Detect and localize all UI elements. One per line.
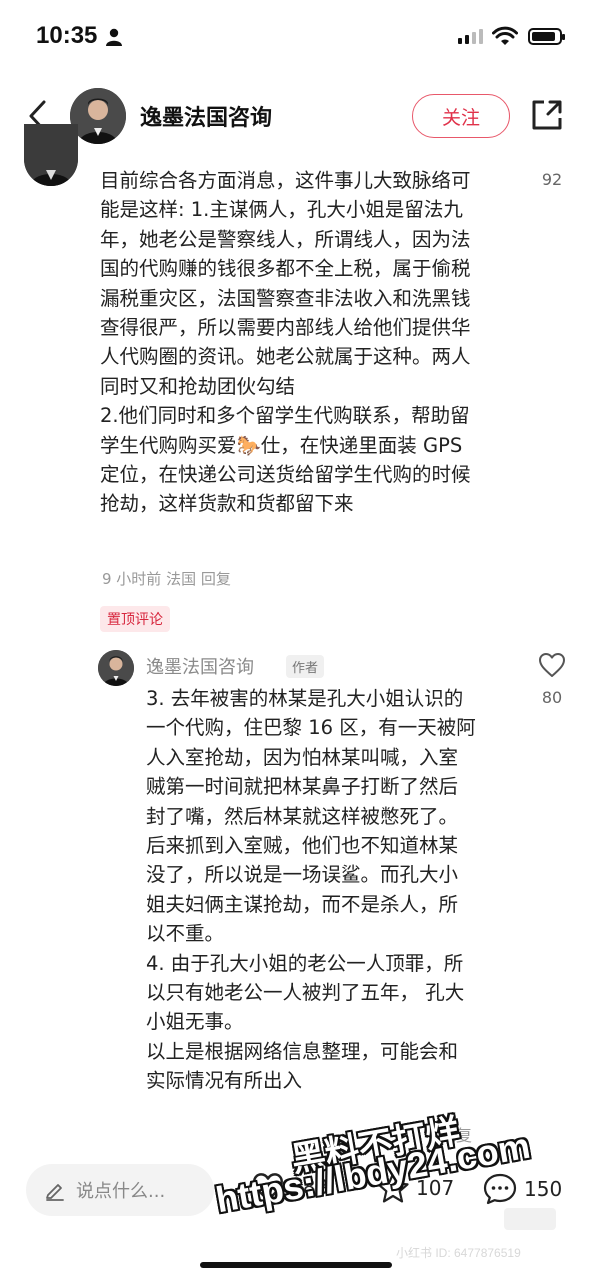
main-comment-like-count[interactable]: 92 <box>532 170 572 189</box>
star-icon <box>377 1172 409 1203</box>
reply-comment-text: 3. 去年被害的林某是孔大小姐认识的 一个代购，住巴黎 16 区，有一天被阿 人… <box>146 684 506 1096</box>
pinned-comment-badge: 置顶评论 <box>100 606 170 632</box>
comment-line: 人入室抢劫，因为怕林某叫喊，入室 <box>146 745 459 769</box>
like-count: 388 <box>290 1175 329 1199</box>
comment-button[interactable]: 150 <box>482 1172 562 1206</box>
commenter-avatar[interactable] <box>24 124 78 186</box>
faint-watermark-id: 小红书 ID: 6477876519 <box>396 1246 521 1260</box>
account-name[interactable]: 逸墨法国咨询 <box>140 100 272 132</box>
status-bar: 10:35 <box>0 0 592 72</box>
account-avatar[interactable] <box>70 88 126 144</box>
comment-line: 4. 由于孔大小姐的老公一人顶罪，所 <box>146 951 464 975</box>
comment-line: 3. 去年被害的林某是孔大小姐认识的 <box>146 687 464 710</box>
comment-line: 封了嘴，然后林某就这样被憋死了。 <box>146 804 459 828</box>
cellular-signal-icon <box>458 29 483 44</box>
main-comment-meta[interactable]: 9 小时前 法国 回复 <box>102 568 231 589</box>
comment-line: 抢劫，这样货款和货都留下来 <box>100 492 354 516</box>
bottom-action-bar: 说点什么... 388 107 150 <box>0 1150 592 1250</box>
battery-level <box>532 32 556 41</box>
comment-line: 以不重。 <box>146 922 225 946</box>
reply-author-name[interactable]: 逸墨法国咨询 <box>146 653 254 679</box>
favorite-count: 107 <box>416 1176 455 1200</box>
favorite-button[interactable]: 107 <box>376 1172 454 1204</box>
comment-line: 年，她老公是警察线人，所谓线人，因为法 <box>100 227 471 251</box>
reply-link[interactable]: 回复 <box>440 1122 472 1146</box>
author-tag: 作者 <box>286 655 325 678</box>
faint-overlay-box <box>504 1208 556 1230</box>
comment-line: 目前综合各方面消息，这件事儿大致脉络可 <box>100 169 471 192</box>
comment-line: 贼第一时间就把林某鼻子打断了然后 <box>146 775 459 799</box>
status-time: 10:35 <box>36 22 98 49</box>
comment-line: 漏税重灾区，法国警察查非法收入和洗黑钱 <box>100 286 471 310</box>
comment-line: 定位，在快递公司送货给留学生代购的时候 <box>100 463 471 487</box>
main-comment-text: 目前综合各方面消息，这件事儿大致脉络可 能是这样: 1.主谋俩人，孔大小姐是留法… <box>100 166 512 519</box>
person-icon <box>106 28 122 46</box>
comment-line: 学生代购购买爱🐎仕，在快递里面装 GPS <box>100 433 463 457</box>
pencil-icon <box>46 1184 64 1201</box>
like-button[interactable]: 388 <box>252 1172 328 1202</box>
header: 逸墨法国咨询 关注 <box>0 80 592 152</box>
comment-bubble-icon <box>483 1173 517 1205</box>
reply-author-avatar[interactable] <box>98 650 134 686</box>
comment-line: 能是这样: 1.主谋俩人，孔大小姐是留法九 <box>100 198 463 222</box>
comment-line: 2.他们同时和多个留学生代购联系，帮助留 <box>100 404 470 428</box>
comment-input[interactable]: 说点什么... <box>26 1164 214 1216</box>
wifi-icon <box>492 26 518 45</box>
comment-line: 人代购圈的资讯。她老公就属于这种。两人 <box>100 345 471 369</box>
follow-button[interactable]: 关注 <box>412 94 510 138</box>
comment-line: 没了，所以说是一场误鲨。而孔大小 <box>146 863 459 887</box>
comment-count: 150 <box>524 1177 563 1201</box>
share-icon[interactable] <box>530 98 564 132</box>
comment-line: 姐夫妇俩主谋抢劫，而不是杀人，所 <box>146 892 459 916</box>
comment-line: 一个代购，住巴黎 16 区，有一天被阿 <box>146 716 476 740</box>
reply-like-count[interactable]: 80 <box>532 688 572 707</box>
home-indicator <box>200 1262 392 1268</box>
heart-icon[interactable] <box>538 652 566 678</box>
comment-line: 以上是根据网络信息整理，可能会和 <box>146 1039 459 1063</box>
comment-line: 后来抓到入室贼，他们也不知道林某 <box>146 834 459 858</box>
comment-line: 实际情况有所出入 <box>146 1069 303 1093</box>
comment-input-placeholder: 说点什么... <box>76 1181 166 1202</box>
heart-icon <box>253 1173 283 1201</box>
comment-line: 以只有她老公一人被判了五年， 孔大 <box>146 981 465 1005</box>
comment-line: 同时又和抢劫团伙勾结 <box>100 374 296 398</box>
comment-line: 查得很严，所以需要内部线人给他们提供华 <box>100 316 471 340</box>
battery-icon <box>528 28 565 45</box>
comment-line: 小姐无事。 <box>146 1010 244 1034</box>
comment-line: 国的代购赚的钱很多都不全上税，属于偷税 <box>100 257 471 281</box>
